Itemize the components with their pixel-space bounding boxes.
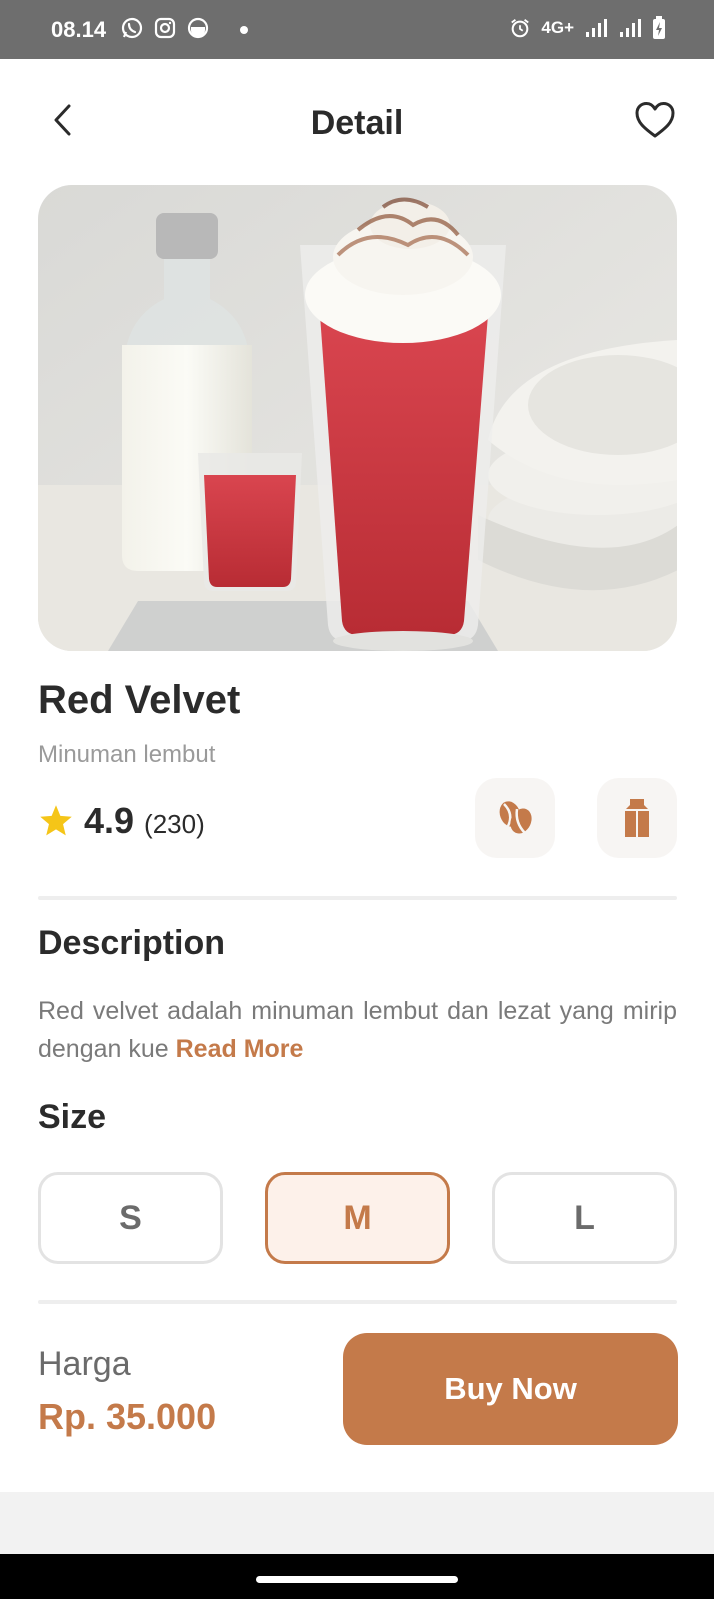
instagram-icon xyxy=(154,17,176,39)
rating-value: 4.9 xyxy=(84,800,135,841)
description-text: Red velvet adalah minuman lembut dan lez… xyxy=(38,992,677,1068)
notification-icons xyxy=(120,16,210,40)
product-rating: 4.9 (230) xyxy=(38,800,205,842)
heart-outline-icon xyxy=(635,102,675,138)
signal-icon xyxy=(620,19,641,37)
price-value: Rp. 35.000 xyxy=(38,1396,217,1437)
product-image xyxy=(38,185,677,651)
milk-carton-icon xyxy=(625,799,649,837)
description-title: Description xyxy=(38,924,226,962)
coffee-bean-chip xyxy=(475,778,555,858)
product-name: Red Velvet xyxy=(38,678,241,722)
read-more-link[interactable]: Read More xyxy=(176,1035,304,1063)
bottom-spacer xyxy=(0,1492,714,1554)
system-icons: 4G+ xyxy=(509,16,666,40)
signal-icon xyxy=(586,19,607,37)
network-type: 4G+ xyxy=(541,18,574,37)
price-label: Harga xyxy=(38,1345,131,1383)
favorite-button[interactable] xyxy=(630,98,680,142)
rating-count: (230) xyxy=(144,809,205,839)
buy-now-button[interactable]: Buy Now xyxy=(343,1333,678,1445)
coffee-bean-icon xyxy=(499,801,532,834)
divider xyxy=(38,896,677,900)
size-option-l[interactable]: L xyxy=(492,1172,677,1264)
whatsapp-icon xyxy=(121,17,143,39)
system-navigation-bar xyxy=(0,1554,714,1599)
divider xyxy=(38,1300,677,1304)
status-bar: 08.14 4G+ xyxy=(0,0,714,59)
product-subtitle: Minuman lembut xyxy=(38,741,216,768)
status-time: 08.14 xyxy=(51,17,107,42)
notification-dot xyxy=(240,26,248,34)
battery-icon xyxy=(653,16,665,39)
description-body: Red velvet adalah minuman lembut dan lez… xyxy=(38,997,677,1063)
star-icon xyxy=(40,805,72,836)
messenger-icon xyxy=(187,17,209,39)
size-option-s[interactable]: S xyxy=(38,1172,223,1264)
milk-chip xyxy=(597,778,677,858)
size-title: Size xyxy=(38,1098,107,1136)
page-title: Detail xyxy=(310,104,404,142)
home-indicator[interactable] xyxy=(256,1576,458,1583)
size-option-m[interactable]: M xyxy=(265,1172,450,1264)
alarm-icon xyxy=(511,19,530,38)
